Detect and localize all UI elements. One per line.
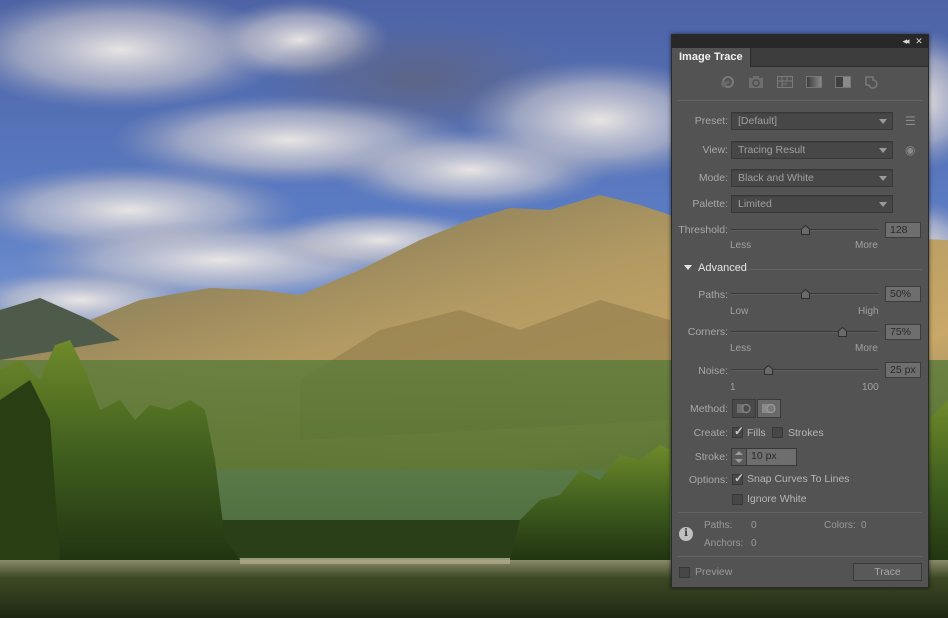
advanced-header[interactable]: Advanced: [684, 262, 747, 274]
outline-icon[interactable]: [863, 75, 881, 89]
advanced-label: Advanced: [698, 262, 747, 274]
checkmark-icon: ✓: [734, 424, 745, 438]
corners-label: Corners:: [687, 326, 728, 338]
stroke-width-value[interactable]: 10 px: [751, 450, 777, 462]
colors-count-label: Colors:: [824, 520, 856, 531]
strokes-label[interactable]: Strokes: [788, 427, 824, 439]
method-overlapping-button[interactable]: [757, 399, 781, 418]
options-label: Options:: [688, 474, 728, 486]
paths-value-field[interactable]: 50%: [885, 286, 921, 302]
advanced-section-toggle[interactable]: Advanced: [672, 262, 928, 276]
palette-label: Palette:: [692, 198, 728, 210]
preview-label[interactable]: Preview: [695, 566, 732, 578]
stroke-label: Stroke:: [694, 451, 728, 463]
collapse-panel-icon[interactable]: ◂◂: [898, 35, 912, 48]
preview-checkbox[interactable]: [679, 567, 690, 578]
info-icon: i: [679, 527, 693, 541]
noise-value-field[interactable]: 25 px: [885, 362, 921, 378]
auto-color-icon[interactable]: [718, 75, 736, 89]
preset-list-icon[interactable]: ☰: [905, 114, 916, 128]
mode-label: Mode:: [698, 172, 728, 184]
checkmark-icon: ✓: [734, 471, 745, 485]
create-label: Create:: [693, 427, 728, 439]
strokes-checkbox[interactable]: [772, 427, 783, 438]
paths-slider[interactable]: [731, 289, 879, 299]
divider: [747, 269, 922, 270]
close-panel-icon[interactable]: ✕: [912, 35, 926, 48]
disclosure-triangle-icon: [684, 265, 692, 270]
paths-count-label: Paths:: [704, 520, 733, 531]
method-abutting-button[interactable]: [732, 399, 756, 418]
corners-slider[interactable]: [731, 327, 879, 337]
tab-image-trace[interactable]: Image Trace: [672, 48, 751, 67]
slider-thumb[interactable]: [838, 327, 847, 337]
view-dropdown[interactable]: Tracing Result: [731, 141, 893, 159]
preset-value: [Default]: [738, 115, 778, 127]
preset-dropdown[interactable]: [Default]: [731, 112, 893, 130]
fills-label[interactable]: Fills: [747, 427, 766, 439]
corners-value-field[interactable]: 75%: [885, 324, 921, 340]
low-color-icon[interactable]: [776, 75, 794, 89]
corners-max-label: More: [855, 343, 878, 354]
chevron-down-icon: [879, 148, 887, 153]
threshold-label: Threshold:: [678, 224, 728, 236]
noise-max-label: 100: [862, 382, 879, 393]
noise-slider[interactable]: [731, 365, 879, 375]
anchors-count-value: 0: [751, 538, 757, 549]
paths-count-value: 0: [751, 520, 757, 531]
slider-thumb[interactable]: [764, 365, 773, 375]
eye-icon[interactable]: ◉: [905, 143, 915, 157]
black-and-white-icon[interactable]: [834, 75, 852, 89]
colors-count-value: 0: [861, 520, 867, 531]
slider-track: [731, 331, 879, 333]
preset-icon-row: [672, 67, 928, 97]
mode-dropdown[interactable]: Black and White: [731, 169, 893, 187]
noise-min-label: 1: [730, 382, 736, 393]
high-color-icon[interactable]: [747, 75, 765, 89]
slider-thumb[interactable]: [801, 289, 810, 299]
slider-track: [731, 369, 879, 371]
corners-min-label: Less: [730, 343, 752, 354]
trace-button[interactable]: Trace: [853, 563, 922, 581]
panel-titlebar[interactable]: ◂◂ ✕: [672, 35, 928, 48]
noise-label: Noise:: [698, 365, 728, 377]
image-trace-panel: ◂◂ ✕ Image Trace Preset: [Default] ☰ Vie…: [671, 34, 929, 588]
mode-value: Black and White: [738, 172, 814, 184]
divider: [678, 100, 922, 101]
method-button-group: [732, 399, 782, 418]
ignore-white-label[interactable]: Ignore White: [747, 493, 807, 505]
view-label: View:: [702, 144, 729, 156]
stroke-width-stepper[interactable]: 10 px: [731, 448, 797, 466]
divider: [678, 512, 922, 513]
grayscale-icon[interactable]: [805, 75, 823, 89]
slider-thumb[interactable]: [801, 225, 810, 235]
palette-dropdown[interactable]: Limited: [731, 195, 893, 213]
palette-value: Limited: [738, 198, 772, 210]
ignore-white-checkbox[interactable]: [732, 494, 743, 505]
threshold-value-field[interactable]: 128: [885, 222, 921, 238]
increment-arrow-icon[interactable]: [735, 451, 743, 455]
threshold-max-label: More: [855, 240, 878, 251]
panel-tabbar: Image Trace: [672, 48, 928, 67]
fills-checkbox[interactable]: ✓: [732, 424, 745, 438]
paths-max-label: High: [858, 306, 879, 317]
chevron-down-icon: [879, 119, 887, 124]
threshold-slider[interactable]: [731, 225, 879, 235]
paths-label: Paths:: [698, 289, 728, 301]
threshold-min-label: Less: [730, 240, 752, 251]
stepper-arrows: [732, 449, 747, 465]
snap-curves-label[interactable]: Snap Curves To Lines: [747, 473, 850, 485]
chevron-down-icon: [879, 202, 887, 207]
preset-label: Preset:: [694, 115, 728, 127]
paths-min-label: Low: [730, 306, 749, 317]
anchors-count-label: Anchors:: [704, 538, 744, 549]
decrement-arrow-icon[interactable]: [735, 459, 743, 463]
chevron-down-icon: [879, 176, 887, 181]
view-value: Tracing Result: [738, 144, 806, 156]
method-label: Method:: [690, 403, 728, 415]
snap-curves-checkbox[interactable]: ✓: [732, 471, 745, 485]
divider: [678, 556, 922, 557]
